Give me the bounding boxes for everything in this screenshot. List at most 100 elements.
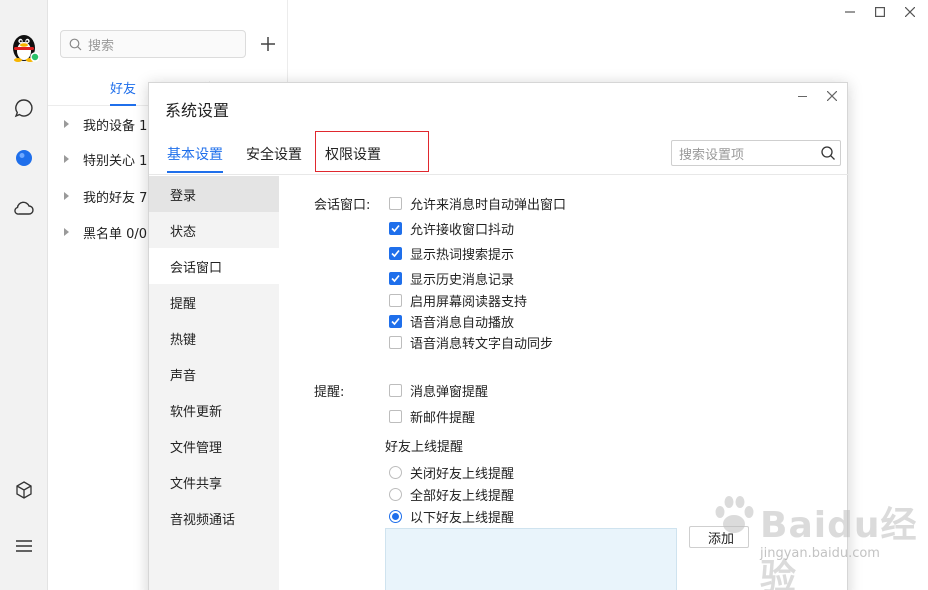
dialog-close-button[interactable] xyxy=(823,87,841,105)
minimize-icon xyxy=(845,11,855,13)
radio[interactable] xyxy=(389,465,402,479)
penguin-avatar-icon xyxy=(13,35,39,62)
nav-file-sharing[interactable]: 文件共享 xyxy=(149,464,279,500)
dialog-title: 系统设置 xyxy=(165,101,230,120)
settings-nav: 登录 状态 会话窗口 提醒 热键 声音 软件更新 文件管理 文件共享 音视频通话 xyxy=(149,176,279,590)
checkmark-icon xyxy=(391,249,400,257)
group-blacklist[interactable]: 黑名单 0/0 xyxy=(64,222,147,242)
option-label: 显示历史消息记录 xyxy=(410,272,515,288)
group-label: 我的设备 1 xyxy=(83,118,148,134)
option-label: 语音消息自动播放 xyxy=(410,315,515,331)
app-box-icon[interactable] xyxy=(0,472,48,508)
option-new-mail[interactable]: 新邮件提醒 xyxy=(389,407,476,426)
option-label: 启用屏幕阅读器支持 xyxy=(410,294,528,310)
checkmark-icon xyxy=(391,317,400,325)
search-icon[interactable] xyxy=(820,145,836,161)
window-maximize-button[interactable] xyxy=(870,4,890,20)
option-screen-reader[interactable]: 启用屏幕阅读器支持 xyxy=(389,291,528,310)
group-label: 我的好友 7 xyxy=(83,190,148,206)
nav-hotkeys[interactable]: 热键 xyxy=(149,320,279,356)
highlight-box xyxy=(315,131,429,172)
tab-friends[interactable]: 好友 xyxy=(110,78,137,106)
window-close-button[interactable] xyxy=(900,4,920,20)
group-my-devices[interactable]: 我的设备 1 xyxy=(64,114,147,134)
group-special[interactable]: 特别关心 1 xyxy=(64,149,147,169)
option-label: 关闭好友上线提醒 xyxy=(410,466,515,482)
option-label: 新邮件提醒 xyxy=(410,410,476,426)
checkbox[interactable] xyxy=(389,409,402,423)
radio-following[interactable]: 以下好友上线提醒 xyxy=(389,507,515,526)
expand-arrow-icon xyxy=(64,120,69,128)
tab-basic-settings[interactable]: 基本设置 xyxy=(167,144,223,173)
contacts-search-placeholder: 搜索 xyxy=(88,38,115,54)
tab-security-settings[interactable]: 安全设置 xyxy=(246,144,302,164)
nav-status[interactable]: 状态 xyxy=(149,212,279,248)
radio-off[interactable]: 关闭好友上线提醒 xyxy=(389,463,515,482)
option-label: 全部好友上线提醒 xyxy=(410,488,515,504)
nav-remind[interactable]: 提醒 xyxy=(149,284,279,320)
option-label: 语音消息转文字自动同步 xyxy=(410,336,554,352)
checkbox-checked[interactable] xyxy=(389,271,402,285)
nav-sound[interactable]: 声音 xyxy=(149,356,279,392)
option-label: 以下好友上线提醒 xyxy=(410,510,515,526)
checkbox-checked[interactable] xyxy=(389,314,402,328)
option-message-popup[interactable]: 消息弹窗提醒 xyxy=(389,381,489,400)
option-label: 允许来消息时自动弹出窗口 xyxy=(410,197,567,213)
option-label: 允许接收窗口抖动 xyxy=(410,222,515,238)
chat-icon[interactable] xyxy=(0,90,48,126)
checkbox[interactable] xyxy=(389,196,402,210)
group-my-friends[interactable]: 我的好友 7 xyxy=(64,186,147,206)
close-icon xyxy=(827,91,837,101)
friend-list-box[interactable] xyxy=(385,528,677,590)
menu-icon[interactable] xyxy=(0,528,48,564)
maximize-icon xyxy=(875,7,885,17)
settings-tabs: 基本设置 安全设置 权限设置 搜索设置项 xyxy=(149,131,849,175)
option-history[interactable]: 显示历史消息记录 xyxy=(389,269,515,288)
settings-content: 会话窗口: 允许来消息时自动弹出窗口 允许接收窗口抖动 显示热词搜索提示 显示历… xyxy=(279,176,849,590)
checkbox[interactable] xyxy=(389,383,402,397)
friend-online-title: 好友上线提醒 xyxy=(385,440,464,455)
radio-all[interactable]: 全部好友上线提醒 xyxy=(389,485,515,504)
dialog-minimize-button[interactable] xyxy=(795,89,811,105)
checkbox[interactable] xyxy=(389,335,402,349)
radio[interactable] xyxy=(389,487,402,501)
remind-label: 提醒: xyxy=(314,385,345,400)
session-window-label: 会话窗口: xyxy=(314,198,371,213)
group-label: 黑名单 0/0 xyxy=(83,226,148,242)
nav-file-management[interactable]: 文件管理 xyxy=(149,428,279,464)
expand-arrow-icon xyxy=(64,228,69,236)
option-hot-words[interactable]: 显示热词搜索提示 xyxy=(389,244,515,263)
close-icon xyxy=(905,7,915,17)
group-label: 特别关心 1 xyxy=(83,153,148,169)
checkmark-icon xyxy=(391,224,400,232)
checkbox-checked[interactable] xyxy=(389,246,402,260)
nav-software-update[interactable]: 软件更新 xyxy=(149,392,279,428)
option-auto-popup[interactable]: 允许来消息时自动弹出窗口 xyxy=(389,194,567,213)
add-button[interactable] xyxy=(254,30,282,58)
nav-session-window[interactable]: 会话窗口 xyxy=(149,248,279,284)
add-friend-button[interactable]: 添加 xyxy=(689,526,749,548)
option-window-shake[interactable]: 允许接收窗口抖动 xyxy=(389,219,515,238)
left-rail xyxy=(0,0,48,590)
nav-login[interactable]: 登录 xyxy=(149,176,279,212)
checkmark-icon xyxy=(391,274,400,282)
search-icon xyxy=(69,38,82,50)
plus-icon xyxy=(261,37,275,51)
checkbox[interactable] xyxy=(389,293,402,307)
option-label: 显示热词搜索提示 xyxy=(410,247,515,263)
option-voice-to-text[interactable]: 语音消息转文字自动同步 xyxy=(389,333,554,352)
nav-av-call[interactable]: 音视频通话 xyxy=(149,500,279,536)
option-voice-autoplay[interactable]: 语音消息自动播放 xyxy=(389,312,515,331)
settings-search-placeholder: 搜索设置项 xyxy=(679,147,745,163)
contacts-icon[interactable] xyxy=(0,140,48,176)
contacts-search-input[interactable]: 搜索 xyxy=(60,30,246,58)
expand-arrow-icon xyxy=(64,192,69,200)
avatar[interactable] xyxy=(0,26,48,66)
window-minimize-button[interactable] xyxy=(840,4,860,20)
settings-search-input[interactable]: 搜索设置项 xyxy=(671,140,841,166)
settings-dialog: 系统设置 基本设置 安全设置 权限设置 搜索设置项 登录 状态 会话窗口 提醒 … xyxy=(148,82,849,590)
checkbox-checked[interactable] xyxy=(389,221,402,235)
cloud-icon[interactable] xyxy=(0,190,48,226)
option-label: 消息弹窗提醒 xyxy=(410,384,489,400)
radio-selected[interactable] xyxy=(389,509,402,523)
